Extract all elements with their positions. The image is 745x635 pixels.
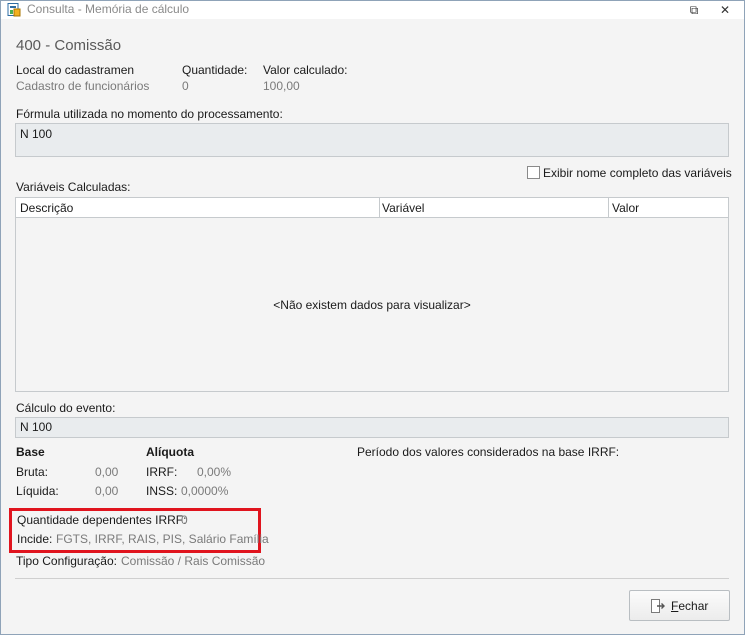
inss-value: 0,0000% bbox=[181, 484, 229, 498]
periodo-label: Período dos valores considerados na base… bbox=[357, 445, 620, 459]
title-bar: Consulta - Memória de cálculo ⧉ ✕ bbox=[1, 1, 744, 19]
formula-label: Fórmula utilizada no momento do processa… bbox=[16, 107, 283, 121]
aliquota-heading: Alíquota bbox=[146, 445, 194, 459]
grid-header: Descrição Variável Valor bbox=[16, 198, 728, 218]
formula-value: N 100 bbox=[20, 127, 53, 141]
local-value: Cadastro de funcionários bbox=[16, 79, 150, 93]
liquida-value: 0,00 bbox=[95, 484, 119, 498]
incide-value: FGTS, IRRF, RAIS, PIS, Salário Família bbox=[56, 532, 269, 546]
restore-button[interactable]: ⧉ bbox=[684, 2, 704, 18]
variables-label: Variáveis Calculadas: bbox=[16, 180, 131, 194]
exit-icon bbox=[651, 599, 665, 613]
close-window-button[interactable]: ✕ bbox=[715, 2, 735, 18]
tipo-value: Comissão / Rais Comissão bbox=[121, 554, 266, 568]
show-full-names-label[interactable]: Exibir nome completo das variáveis bbox=[543, 166, 732, 180]
calculo-field[interactable]: N 100 bbox=[15, 417, 729, 438]
variables-grid[interactable]: Descrição Variável Valor <Não existem da… bbox=[15, 197, 729, 392]
footer-divider bbox=[15, 578, 729, 579]
column-header-variavel[interactable]: Variável bbox=[382, 201, 424, 215]
show-full-names-checkbox[interactable] bbox=[527, 166, 540, 179]
quantidade-label: Quantidade: bbox=[182, 63, 248, 77]
window-title: Consulta - Memória de cálculo bbox=[27, 2, 190, 16]
close-button-label: Fechar bbox=[671, 599, 709, 613]
calculo-value: N 100 bbox=[20, 420, 53, 434]
base-heading: Base bbox=[16, 445, 45, 459]
window: Consulta - Memória de cálculo ⧉ ✕ 400 - … bbox=[0, 0, 745, 635]
empty-grid-message: <Não existem dados para visualizar> bbox=[273, 298, 471, 312]
valor-calculado-label: Valor calculado: bbox=[263, 63, 348, 77]
inss-label: INSS: bbox=[146, 484, 178, 498]
incide-label: Incide: bbox=[17, 532, 53, 546]
quantidade-value: 0 bbox=[182, 79, 189, 93]
formula-field[interactable]: N 100 bbox=[15, 123, 729, 157]
column-divider[interactable] bbox=[608, 198, 609, 218]
calculo-label: Cálculo do evento: bbox=[16, 401, 116, 415]
dependentes-label: Quantidade dependentes IRRF: bbox=[17, 513, 187, 527]
irrf-label: IRRF: bbox=[146, 465, 178, 479]
column-header-descricao[interactable]: Descrição bbox=[20, 201, 73, 215]
column-divider[interactable] bbox=[379, 198, 380, 218]
valor-calculado-value: 100,00 bbox=[263, 79, 300, 93]
bruta-label: Bruta: bbox=[16, 465, 49, 479]
irrf-value: 0,00% bbox=[197, 465, 232, 479]
app-icon bbox=[7, 3, 21, 17]
liquida-label: Líquida: bbox=[16, 484, 59, 498]
local-label: Local do cadastramen bbox=[16, 63, 135, 77]
tipo-label: Tipo Configuração: bbox=[16, 554, 117, 568]
bruta-value: 0,00 bbox=[95, 465, 119, 479]
close-button[interactable]: Fechar bbox=[629, 590, 730, 621]
event-title: 400 - Comissão bbox=[16, 37, 122, 54]
column-header-valor[interactable]: Valor bbox=[612, 201, 639, 215]
dependentes-value: 0 bbox=[181, 513, 188, 527]
